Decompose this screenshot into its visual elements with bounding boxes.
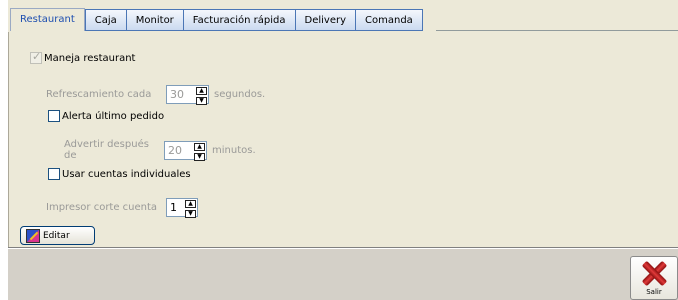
- tab-delivery[interactable]: Delivery: [294, 9, 356, 31]
- maneja-restaurant-label: Maneja restaurant: [44, 52, 136, 64]
- close-x-icon: [641, 260, 667, 286]
- printer-value[interactable]: 1: [167, 199, 184, 216]
- tab-facturacion-rapida[interactable]: Facturación rápida: [182, 9, 295, 31]
- spin-down-icon[interactable]: ▼: [194, 152, 205, 161]
- alert-last-order-label: Alerta último pedido: [62, 110, 165, 122]
- exit-button[interactable]: Salir: [630, 256, 678, 300]
- spin-arrows-icon[interactable]: ▲ ▼: [184, 199, 197, 218]
- warn-value[interactable]: 20: [165, 142, 193, 159]
- maneja-restaurant-checkbox[interactable]: [30, 50, 42, 64]
- warn-row: Advertir después de 20 ▲ ▼ minutos.: [64, 139, 256, 161]
- refresh-row: Refrescamiento cada 30 ▲ ▼ segundos.: [46, 85, 266, 105]
- spin-down-icon[interactable]: ▼: [185, 210, 196, 218]
- tab-restaurant[interactable]: Restaurant: [10, 8, 85, 31]
- printer-stepper[interactable]: 1 ▲ ▼: [166, 198, 198, 218]
- maneja-restaurant-row[interactable]: Maneja restaurant: [30, 50, 136, 64]
- tab-monitor[interactable]: Monitor: [125, 9, 183, 31]
- individual-accounts-checkbox[interactable]: [48, 168, 60, 180]
- individual-accounts-row[interactable]: Usar cuentas individuales: [48, 168, 191, 180]
- spin-up-icon[interactable]: ▲: [196, 87, 207, 95]
- spin-down-icon[interactable]: ▼: [196, 97, 207, 105]
- edit-button-label: Editar: [43, 230, 70, 241]
- alert-row[interactable]: Alerta último pedido: [48, 110, 164, 122]
- individual-accounts-label: Usar cuentas individuales: [62, 168, 191, 180]
- spin-up-icon[interactable]: ▲: [194, 142, 205, 151]
- edit-button[interactable]: Editar: [20, 226, 95, 245]
- warn-unit: minutos.: [212, 144, 256, 156]
- bottom-toolbar: Salir: [8, 249, 678, 300]
- tab-strip: Restaurant Caja Monitor Facturación rápi…: [10, 8, 423, 31]
- tab-comanda[interactable]: Comanda: [355, 9, 423, 31]
- spin-arrows-icon[interactable]: ▲ ▼: [195, 86, 208, 105]
- warn-stepper[interactable]: 20 ▲ ▼: [164, 140, 207, 161]
- printer-label: Impresor corte cuenta: [46, 202, 158, 213]
- exit-button-label: Salir: [646, 288, 662, 296]
- refresh-stepper[interactable]: 30 ▲ ▼: [166, 85, 209, 105]
- refresh-value[interactable]: 30: [167, 86, 195, 103]
- refresh-unit: segundos.: [214, 89, 266, 100]
- warn-label: Advertir después de: [64, 139, 149, 161]
- refresh-label: Refrescamiento cada: [46, 89, 152, 100]
- tab-bar: Restaurant Caja Monitor Facturación rápi…: [8, 0, 678, 32]
- spin-arrows-icon[interactable]: ▲ ▼: [193, 142, 206, 161]
- restaurant-tab-panel: Maneja restaurant Refrescamiento cada 30…: [10, 31, 670, 247]
- edit-icon: [26, 228, 40, 243]
- spin-up-icon[interactable]: ▲: [185, 200, 196, 208]
- alert-last-order-checkbox[interactable]: [48, 110, 60, 122]
- printer-row: Impresor corte cuenta 1 ▲ ▼: [46, 198, 198, 218]
- tab-caja[interactable]: Caja: [84, 9, 126, 31]
